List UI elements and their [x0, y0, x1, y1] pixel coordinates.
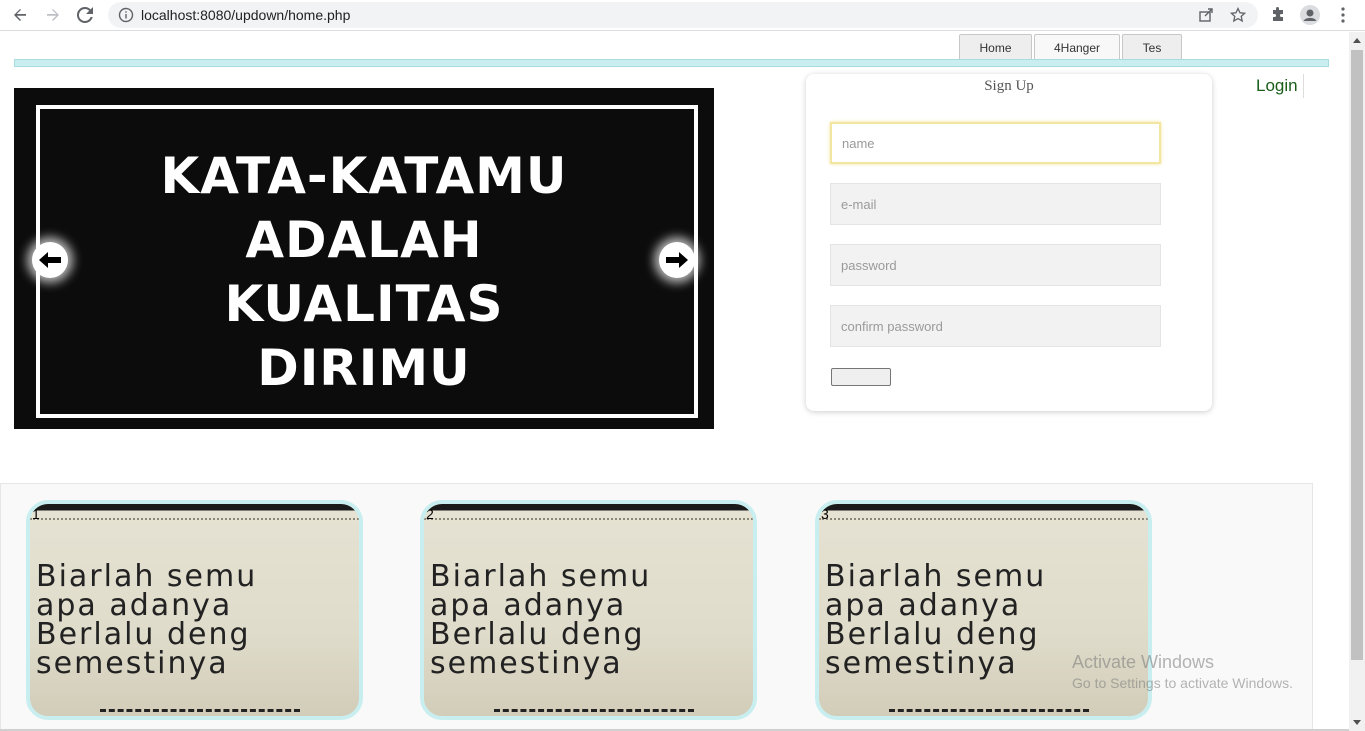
name-field[interactable] [830, 122, 1161, 164]
slide-line-4: DIRIMU [257, 339, 471, 397]
card-handwriting: Biarlah semu apa adanya Berlalu deng sem… [36, 559, 258, 681]
scroll-down-icon[interactable] [1353, 720, 1361, 725]
avatar-icon [1300, 5, 1320, 25]
ink-mark [100, 709, 300, 712]
card-handwriting: Biarlah semu apa adanya Berlalu deng sem… [430, 559, 652, 681]
arrow-left-icon [14, 9, 26, 21]
tab-home[interactable]: Home [959, 34, 1032, 60]
header-divider [14, 59, 1329, 67]
card-number: 3 [821, 506, 829, 522]
login-link[interactable]: Login [1256, 76, 1298, 96]
scrollbar-thumb[interactable] [1351, 50, 1363, 660]
forward-button[interactable] [41, 4, 65, 26]
slider-prev-button[interactable] [32, 242, 68, 278]
back-button[interactable] [8, 4, 32, 26]
slide-line-3: KUALITAS [224, 275, 504, 333]
confirm-password-field[interactable] [830, 305, 1161, 347]
signup-title: Sign Up [984, 78, 1034, 94]
arrow-left-icon [39, 252, 61, 268]
card-handwriting: Biarlah semu apa adanya Berlalu deng sem… [825, 559, 1047, 681]
gallery-card[interactable]: 1 Biarlah semu apa adanya Berlalu deng s… [26, 500, 363, 720]
arrow-right-icon [666, 252, 688, 268]
slide-quote: KATA-KATAMU ADALAH KUALITAS DIRIMU [40, 144, 688, 400]
top-nav: Home 4Hanger Tes [959, 34, 1184, 60]
image-slider: KATA-KATAMU ADALAH KUALITAS DIRIMU [14, 88, 714, 429]
paper-line [424, 518, 753, 520]
slide-line-2: ADALAH [245, 211, 483, 269]
watermark-subtitle: Go to Settings to activate Windows. [1072, 675, 1293, 691]
star-icon[interactable] [1230, 7, 1246, 23]
kebab-menu-icon [1341, 7, 1345, 23]
menu-button[interactable] [1333, 5, 1353, 25]
tab-4hanger[interactable]: 4Hanger [1034, 34, 1120, 60]
profile-button[interactable] [1300, 5, 1320, 25]
paper-line [819, 518, 1148, 520]
card-number: 1 [32, 506, 40, 522]
slider-next-button[interactable] [659, 242, 695, 278]
gallery: 1 Biarlah semu apa adanya Berlalu deng s… [0, 483, 1313, 731]
puzzle-icon [1273, 7, 1283, 21]
tab-tes[interactable]: Tes [1122, 34, 1182, 60]
email-field[interactable] [830, 183, 1161, 225]
card-number: 2 [426, 506, 434, 522]
scroll-up-icon[interactable] [1353, 38, 1361, 43]
signup-submit-button[interactable] [831, 368, 891, 386]
ink-mark [889, 709, 1089, 712]
paper-line [30, 518, 359, 520]
password-field[interactable] [830, 244, 1161, 286]
page-scrollbar[interactable] [1349, 32, 1365, 731]
ink-mark [494, 709, 694, 712]
arrow-right-icon [47, 9, 59, 21]
browser-toolbar: localhost:8080/updown/home.php [0, 0, 1365, 31]
reload-icon [77, 7, 93, 23]
signup-panel: Sign Up [806, 74, 1212, 411]
login-divider [1303, 74, 1304, 98]
watermark-title: Activate Windows [1072, 652, 1215, 672]
reload-button[interactable] [73, 4, 97, 26]
address-bar[interactable]: localhost:8080/updown/home.php [108, 2, 1258, 28]
url-text[interactable]: localhost:8080/updown/home.php [141, 7, 350, 23]
activation-watermark: Activate Windows Go to Settings to activ… [1072, 652, 1293, 691]
slide-line-1: KATA-KATAMU [160, 147, 568, 205]
gallery-card[interactable]: 2 Biarlah semu apa adanya Berlalu deng s… [420, 500, 757, 720]
info-icon[interactable] [118, 7, 134, 23]
share-icon[interactable] [1198, 7, 1214, 23]
extensions-button[interactable] [1268, 5, 1288, 25]
